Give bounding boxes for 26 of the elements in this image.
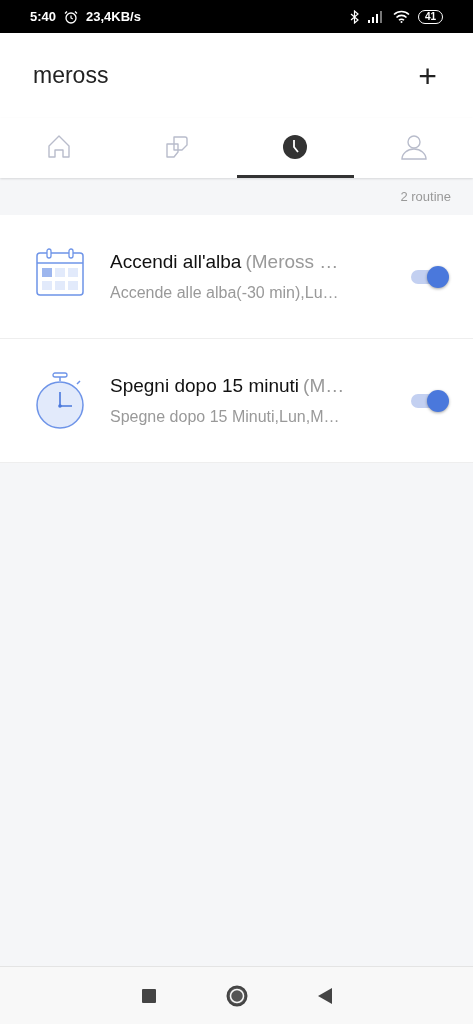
routine-description: Accende alle alba(-30 min),Lu… — [110, 282, 340, 303]
back-button[interactable] — [317, 987, 332, 1004]
device-name: (M… — [303, 374, 345, 399]
clock-icon — [281, 132, 310, 161]
signal-icon — [366, 10, 385, 23]
square-icon — [141, 988, 156, 1003]
recents-button[interactable] — [141, 988, 156, 1003]
routine-description: Spegne dopo 15 Minuti,Lun,M… — [110, 406, 341, 427]
wifi-icon — [392, 10, 410, 23]
toggle-switch[interactable] — [411, 389, 449, 412]
routine-count: 2 routine — [400, 187, 451, 206]
routine-name: Accendi all'alba — [110, 250, 242, 275]
network-speed: 23,4KB/s — [86, 7, 141, 26]
device-name: (Meross … — [245, 250, 339, 275]
home-button[interactable] — [225, 984, 248, 1007]
user-icon — [400, 132, 429, 161]
bluetooth-icon — [349, 9, 359, 24]
add-button[interactable]: + — [418, 59, 437, 92]
triangle-icon — [317, 987, 332, 1004]
toggle-switch[interactable] — [411, 265, 449, 288]
circle-icon — [225, 984, 248, 1007]
app-title: meross — [33, 61, 109, 91]
stopwatch-icon — [35, 372, 85, 429]
alarm-icon — [64, 9, 79, 24]
clock-time: 5:40 — [30, 7, 57, 26]
routine-name: Spegni dopo 15 minuti — [110, 374, 300, 399]
